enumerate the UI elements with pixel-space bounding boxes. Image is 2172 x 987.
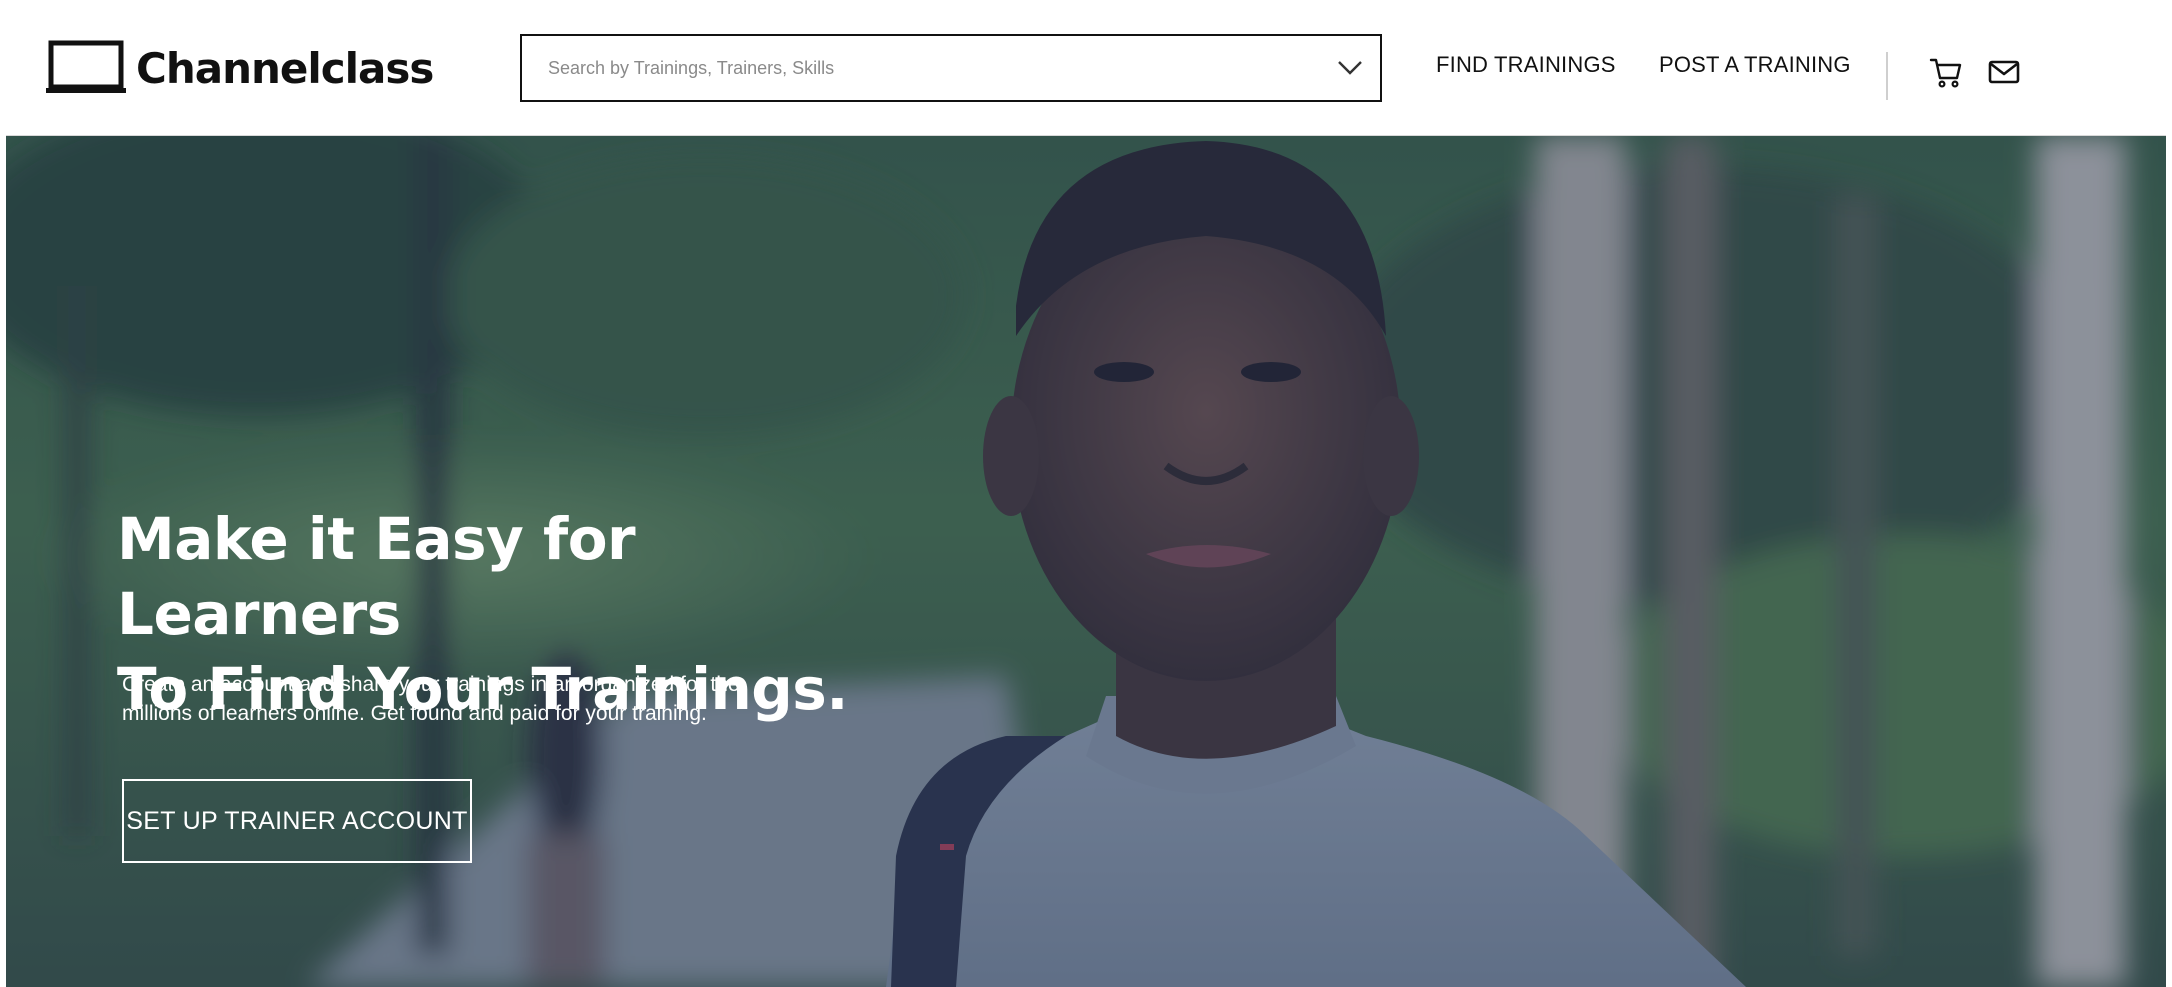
chevron-down-icon[interactable] (1320, 36, 1380, 100)
hero-subtitle-line-1: Create an account and share your trainin… (122, 673, 740, 696)
laptop-icon (46, 40, 126, 93)
hero-section: Make it Easy for Learners To Find Your T… (6, 136, 2166, 987)
hero-subtitle-line-2: millions of learners online. Get found a… (122, 702, 707, 725)
cart-icon[interactable] (1926, 52, 1966, 92)
set-up-trainer-account-button[interactable]: SET UP TRAINER ACCOUNT (122, 779, 472, 863)
mail-icon[interactable] (1984, 52, 2024, 92)
search-input[interactable] (522, 36, 1320, 100)
nav-find-trainings[interactable]: FIND TRAININGS (1436, 52, 1616, 78)
site-header: Channelclass FIND TRAININGS POST A TRAIN… (6, 0, 2166, 136)
nav-divider (1886, 52, 1888, 100)
hero-title-line-1: Make it Easy for Learners (117, 505, 636, 648)
logo-link[interactable]: Channelclass (46, 38, 434, 98)
search-bar (520, 34, 1382, 102)
nav-post-a-training[interactable]: POST A TRAINING (1659, 52, 1851, 78)
page: Channelclass FIND TRAININGS POST A TRAIN… (0, 0, 2172, 987)
logo-text: Channelclass (136, 43, 434, 93)
hero-subtitle: Create an account and share your trainin… (122, 670, 782, 728)
